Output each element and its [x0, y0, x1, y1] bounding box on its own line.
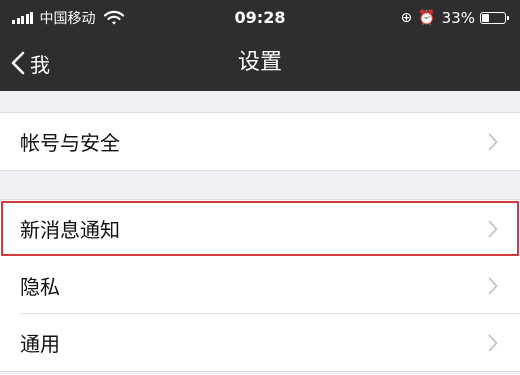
row-account-security[interactable]: 帐号与安全 [0, 113, 520, 170]
status-right: ⊕ ⏰ 33% [400, 8, 509, 28]
alarm-icon: ⏰ [418, 10, 436, 26]
battery-icon [480, 12, 509, 24]
status-bar: 中国移动 09:28 ⊕ ⏰ 33% [0, 0, 520, 34]
row-label: 帐号与安全 [20, 131, 120, 155]
page-title: 设置 [237, 50, 282, 75]
battery-percent: 33% [441, 9, 475, 27]
battery-fill [482, 14, 489, 22]
row-privacy[interactable]: 隐私 [0, 257, 520, 314]
row-new-message-notification[interactable]: 新消息通知 [0, 200, 520, 257]
settings-group-account: 帐号与安全 [0, 112, 520, 171]
nav-bar: 我 设置 [0, 34, 520, 91]
row-general[interactable]: 通用 [0, 314, 520, 371]
chevron-right-icon [488, 133, 498, 151]
row-label: 隐私 [20, 275, 60, 299]
battery-tip [507, 16, 509, 20]
chevron-right-icon [488, 334, 498, 352]
row-label: 通用 [20, 332, 60, 356]
chevron-right-icon [488, 220, 498, 238]
chevron-right-icon [488, 277, 498, 295]
settings-group-general: 新消息通知 隐私 通用 [0, 199, 520, 372]
row-label: 新消息通知 [20, 218, 120, 242]
header: 中国移动 09:28 ⊕ ⏰ 33% 我 设置 [0, 0, 520, 91]
orientation-lock-icon: ⊕ [400, 10, 413, 26]
